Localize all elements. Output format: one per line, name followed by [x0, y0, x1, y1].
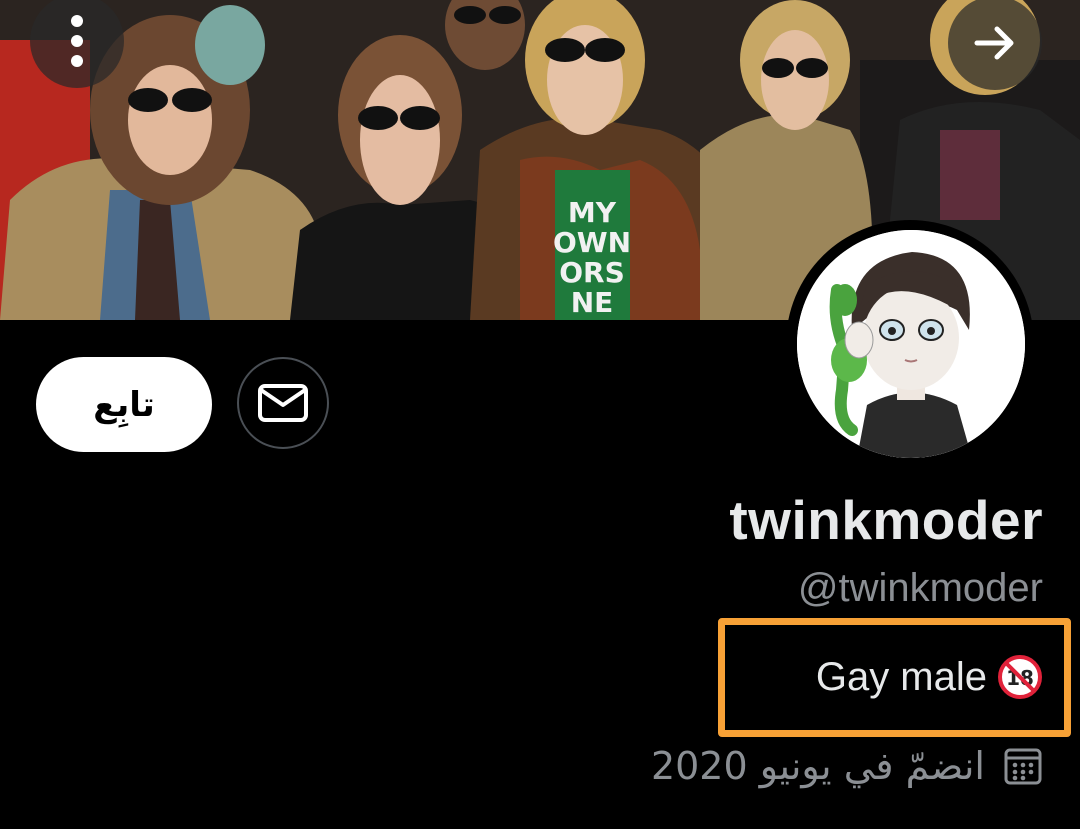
joined-date: انضمّ في يونيو 2020 [651, 744, 1043, 788]
message-button[interactable] [237, 357, 329, 449]
follow-button[interactable]: تابِع [36, 357, 212, 452]
arrow-right-icon [974, 26, 1014, 60]
joined-date-text: انضمّ في يونيو 2020 [650, 744, 985, 788]
back-button[interactable] [948, 0, 1042, 90]
follow-button-label: تابِع [93, 384, 155, 425]
profile-bio: Gay male 18 [816, 654, 1043, 700]
banner-shirt-text-4: NE [571, 286, 614, 319]
banner-shirt-text-3: ORS [559, 256, 625, 289]
avatar[interactable] [797, 230, 1025, 458]
display-name: twinkmoder [729, 489, 1043, 551]
envelope-icon [258, 384, 308, 422]
banner-shirt-text-1: MY [568, 196, 617, 229]
bio-text: Gay male [815, 654, 987, 699]
no-under-18-icon: 18 [998, 655, 1042, 699]
avatar-drawing [797, 230, 1025, 458]
user-handle: @twinkmoder [797, 566, 1043, 610]
calendar-icon [1004, 748, 1042, 785]
banner-shirt-text-2: OWN [553, 226, 631, 259]
more-vertical-icon [71, 15, 83, 67]
